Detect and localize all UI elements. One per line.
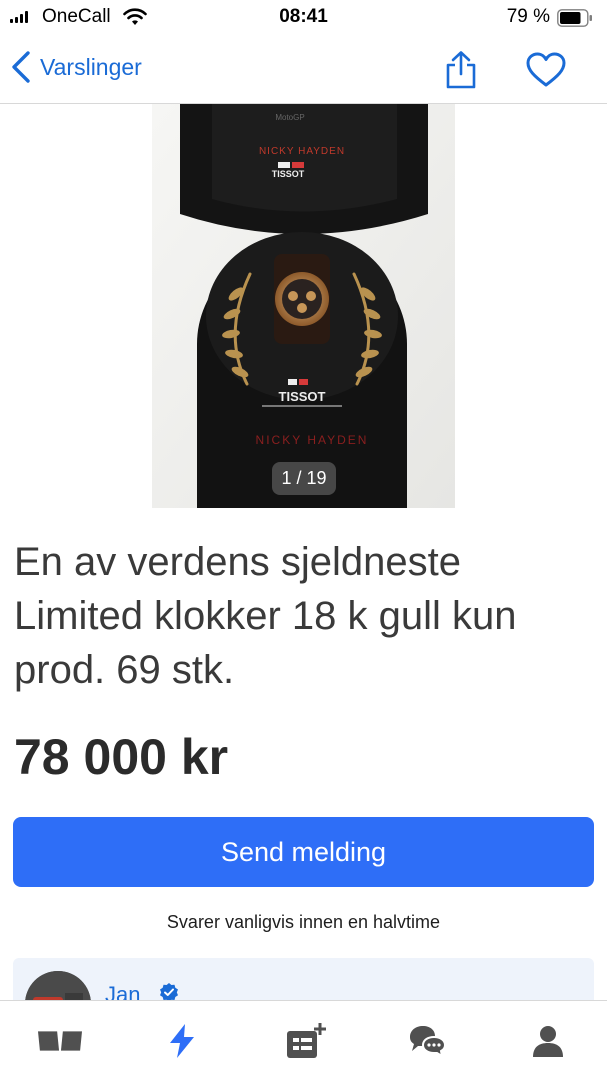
response-time-note: Svarer vanligvis innen en halvtime	[166, 912, 441, 932]
chevron-left-icon	[12, 51, 30, 83]
svg-text:TISSOT: TISSOT	[279, 389, 326, 404]
tab-notifications[interactable]	[160, 1021, 204, 1061]
battery-icon	[557, 9, 592, 27]
notifications-icon	[170, 1024, 194, 1058]
svg-text:NICKY HAYDEN: NICKY HAYDEN	[259, 146, 345, 157]
svg-text:NICKY HAYDEN: NICKY HAYDEN	[256, 433, 369, 447]
watch-box-photo: NICKY HAYDEN TISSOT MotoGP TISSOT NICKY …	[152, 104, 455, 508]
listing-price: 78 000 kr	[14, 729, 229, 785]
tab-market[interactable]	[38, 1021, 82, 1061]
svg-text:MotoGP: MotoGP	[275, 113, 304, 122]
profile-icon	[533, 1026, 563, 1057]
listing-photo[interactable]: NICKY HAYDEN TISSOT MotoGP TISSOT NICKY …	[152, 104, 455, 508]
tab-messages[interactable]	[405, 1021, 449, 1061]
tab-bar	[0, 1000, 607, 1080]
listing-title: En av verdens sjeldneste Limited klokker…	[14, 540, 517, 692]
battery-percent: 79 %	[506, 6, 550, 27]
nav-bar: Varslinger	[0, 36, 607, 104]
market-icon	[38, 1031, 82, 1051]
image-counter: 1 / 19	[272, 462, 336, 495]
share-icon[interactable]	[444, 50, 478, 90]
tab-new-ad[interactable]	[283, 1021, 327, 1061]
send-message-button[interactable]: Send melding	[13, 817, 594, 887]
verified-badge-icon	[160, 983, 178, 1002]
messages-icon	[410, 1026, 447, 1059]
svg-text:TISSOT: TISSOT	[272, 169, 305, 179]
tab-profile[interactable]	[526, 1021, 570, 1061]
back-button[interactable]: Varslinger	[10, 50, 142, 84]
heart-icon[interactable]	[526, 52, 566, 88]
new-ad-icon	[287, 1023, 326, 1058]
status-bar: OneCall 08:41 79 %	[0, 0, 607, 36]
back-label: Varslinger	[40, 53, 142, 80]
